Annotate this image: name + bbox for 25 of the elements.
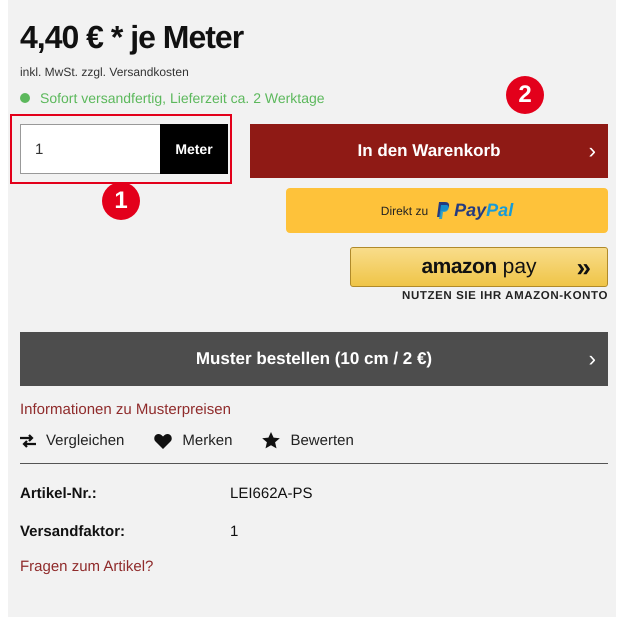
- detail-value: 1: [230, 522, 238, 540]
- amazon-pay-button[interactable]: amazon pay »: [350, 247, 608, 287]
- detail-value: LEI662A-PS: [230, 484, 313, 502]
- question-link[interactable]: Fragen zum Artikel?: [20, 558, 154, 575]
- heart-icon: [154, 432, 172, 448]
- action-link[interactable]: Merken: [154, 432, 232, 449]
- price: 4,40 € * je Meter: [20, 18, 245, 56]
- unit-label: Meter: [160, 124, 228, 174]
- amazon-caption: NUTZEN SIE IHR AMAZON-KONTO: [402, 290, 608, 302]
- availability-text: Sofort versandfertig, Lieferzeit ca. 2 Werktage: [40, 90, 325, 106]
- detail-label: Artikel-Nr.:: [20, 484, 98, 502]
- quantity-field[interactable]: 1: [20, 124, 160, 174]
- action-link[interactable]: Bewerten: [262, 432, 354, 449]
- arrows-icon: [20, 434, 36, 448]
- action-link[interactable]: Vergleichen: [20, 432, 124, 449]
- callout-marker: 1: [102, 182, 140, 220]
- order-sample-button[interactable]: Muster bestellen (10 cm / 2 €) ›: [20, 332, 608, 386]
- paypal-button[interactable]: Direkt zu PayPal: [286, 188, 608, 233]
- sample-price-link[interactable]: Informationen zu Musterpreisen: [20, 401, 231, 418]
- paypal-icon: [436, 202, 450, 219]
- star-icon: [262, 432, 280, 449]
- add-to-cart-button[interactable]: In den Warenkorb ›: [250, 124, 608, 178]
- tax-note: inkl. MwSt. zzgl. Versandkosten: [20, 65, 190, 79]
- detail-label: Versandfaktor:: [20, 522, 126, 540]
- callout-marker: 2: [506, 76, 544, 114]
